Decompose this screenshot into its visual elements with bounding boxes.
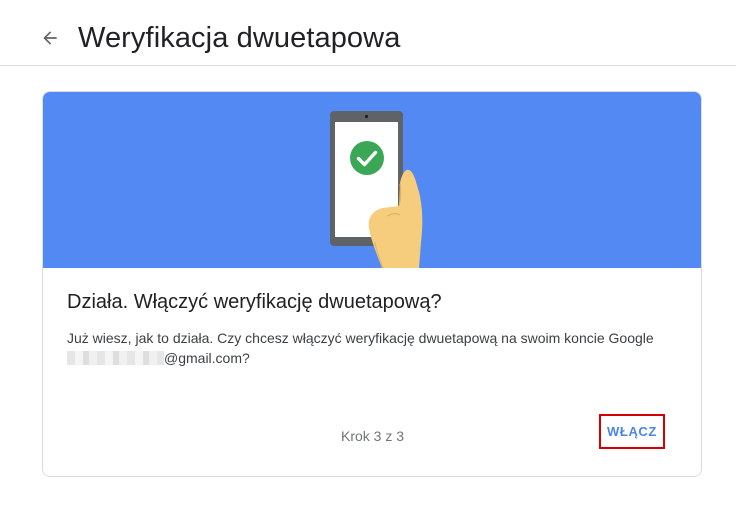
card-heading: Działa. Włączyć weryfikację dwuetapową? (67, 291, 442, 313)
verification-card: Działa. Włączyć weryfikację dwuetapową? … (42, 91, 702, 477)
back-button[interactable] (34, 22, 66, 54)
card-banner (43, 92, 701, 268)
enable-button[interactable]: WŁĄCZ (599, 414, 665, 449)
phone-check-icon (330, 111, 423, 268)
card-description: Już wiesz, jak to działa. Czy chcesz włą… (67, 328, 687, 368)
redacted-email-prefix (67, 351, 164, 365)
email-suffix: @gmail.com? (164, 350, 250, 366)
arrow-back-icon (43, 31, 57, 45)
step-indicator: Krok 3 z 3 (341, 428, 405, 444)
email-line: @gmail.com? (67, 348, 687, 368)
page-title: Weryfikacja dwuetapowa (78, 22, 401, 54)
description-line: Już wiesz, jak to działa. Czy chcesz włą… (67, 330, 654, 346)
page-header: Weryfikacja dwuetapowa (0, 0, 736, 66)
